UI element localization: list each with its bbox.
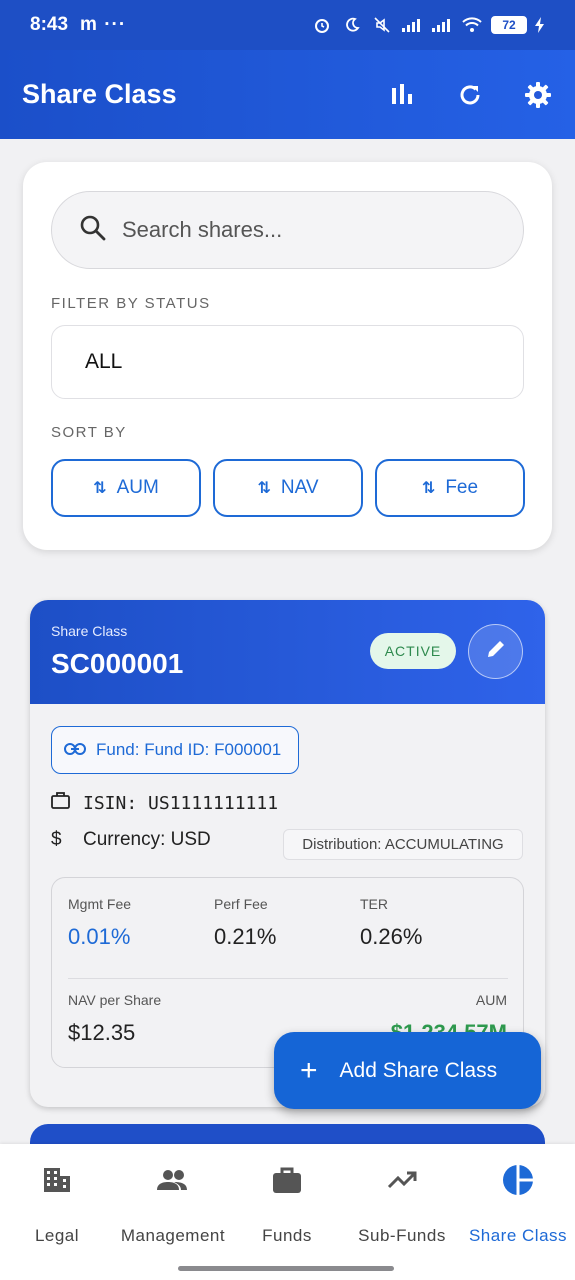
share-class-card[interactable]: Share Class SC000001 ACTIVE Fund: Fund I… (30, 600, 545, 1107)
building-icon (43, 1164, 71, 1196)
status-icons: 72 (311, 16, 545, 34)
signal-icon (401, 16, 423, 34)
perf-fee-label: Perf Fee (214, 896, 268, 912)
sort-icon: ⇅ (421, 480, 436, 497)
mute-icon (371, 16, 393, 34)
dollar-icon: $ (51, 829, 62, 850)
nav-label-share-class: Share Class (468, 1226, 568, 1245)
filter-card: Search shares... FILTER BY STATUS ALL SO… (23, 162, 552, 550)
sort-nav-label: NAV (280, 477, 319, 498)
add-share-class-label: Add Share Class (339, 1058, 498, 1082)
status-badge: ACTIVE (370, 633, 456, 669)
alarm-icon (311, 16, 333, 34)
nav-value: $12.35 (68, 1020, 136, 1045)
sort-aum-button[interactable]: ⇅ AUM (51, 459, 201, 517)
share-class-code: SC000001 (51, 648, 184, 679)
nav-item-funds[interactable]: Funds (255, 1144, 319, 1254)
sort-options: ⇅ AUM ⇅ NAV ⇅ Fee (51, 459, 525, 517)
status-select-value: ALL (85, 350, 123, 373)
pencil-icon (485, 638, 507, 665)
nav-label-management: Management (120, 1226, 226, 1245)
trending-up-icon (387, 1164, 417, 1196)
status-bar: 8:43 m ··· 72 (0, 0, 575, 50)
isin-value: ISIN: US1111111111 (83, 793, 279, 814)
perf-fee-value: 0.21% (214, 924, 277, 949)
link-icon (64, 740, 86, 760)
nav-label-sub-funds: Sub-Funds (358, 1226, 446, 1245)
plus-icon: + (300, 1053, 318, 1087)
page-title: Share Class (22, 79, 177, 109)
search-input[interactable]: Search shares... (51, 191, 524, 269)
distribution-chip: Distribution: ACCUMULATING (283, 829, 523, 860)
distribution-value: Distribution: ACCUMULATING (302, 836, 504, 853)
battery-icon: 72 (491, 16, 527, 34)
nav-label: NAV per Share (68, 992, 162, 1008)
ter-value: 0.26% (360, 924, 423, 949)
mgmt-fee-value: 0.01% (68, 924, 131, 949)
nav-item-share-class[interactable]: Share Class (463, 1144, 573, 1254)
sort-aum-label: AUM (116, 477, 159, 498)
fund-link-label: Fund: Fund ID: F000001 (96, 740, 282, 759)
search-icon (80, 215, 106, 246)
settings-icon[interactable] (523, 80, 553, 110)
home-indicator[interactable] (178, 1266, 394, 1271)
nav-label-legal: Legal (34, 1226, 80, 1245)
nav-item-sub-funds[interactable]: Sub-Funds (350, 1144, 454, 1254)
add-share-class-button[interactable]: + Add Share Class (274, 1032, 541, 1109)
sort-icon: ⇅ (257, 480, 271, 497)
share-class-header: Share Class SC000001 ACTIVE (30, 600, 545, 704)
signal-2-icon (431, 16, 453, 34)
status-notifications: m ··· (80, 14, 127, 35)
refresh-icon[interactable] (455, 80, 485, 110)
edit-button[interactable] (468, 624, 523, 679)
mgmt-fee-label: Mgmt Fee (68, 896, 132, 912)
sort-icon: ⇅ (93, 480, 107, 497)
status-time: 8:43 (30, 14, 69, 35)
currency-row: $ Currency: USD (51, 829, 211, 851)
bar-chart-icon[interactable] (387, 80, 417, 110)
status-select[interactable]: ALL (51, 325, 524, 399)
filter-status-label: FILTER BY STATUS (51, 295, 211, 312)
moon-icon (341, 16, 363, 34)
wifi-icon (461, 16, 483, 34)
nav-item-management[interactable]: Management (115, 1144, 231, 1254)
bottom-nav: Legal Management Funds Sub-Funds Share C… (0, 1144, 575, 1280)
sort-nav-button[interactable]: ⇅ NAV (213, 459, 363, 517)
app-bar: Share Class (0, 50, 575, 139)
aum-label: AUM (475, 992, 507, 1008)
tag-icon (51, 792, 71, 815)
search-placeholder: Search shares... (122, 217, 283, 242)
sort-by-label: SORT BY (51, 424, 127, 441)
app-bar-actions (387, 80, 553, 110)
nav-label-funds: Funds (262, 1226, 312, 1245)
people-icon (157, 1164, 189, 1196)
sort-fee-label: Fee (445, 477, 479, 498)
currency-value: Currency: USD (83, 829, 211, 850)
share-class-header-label: Share Class (51, 623, 128, 639)
charging-icon (535, 16, 545, 34)
isin-row: ISIN: US1111111111 (51, 792, 278, 815)
nav-item-legal[interactable]: Legal (22, 1144, 92, 1254)
pie-chart-icon (502, 1164, 534, 1196)
briefcase-icon (272, 1164, 302, 1196)
metrics-divider (68, 978, 508, 979)
ter-label: TER (360, 896, 388, 912)
fund-link-chip[interactable]: Fund: Fund ID: F000001 (51, 726, 299, 774)
sort-fee-button[interactable]: ⇅ Fee (375, 459, 525, 517)
